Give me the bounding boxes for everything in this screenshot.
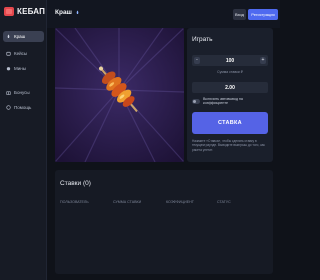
sidebar-item-bonuses[interactable]: Бонусы — [3, 87, 44, 98]
bets-title: Ставки (0) — [60, 180, 91, 187]
auto-cashout-label: Включить автовывод на коэффициенте — [203, 97, 243, 105]
amount-decrease-button[interactable]: - — [194, 57, 200, 64]
sidebar-item-label: Краш — [14, 34, 26, 39]
coefficient-value: 2.00 — [225, 84, 235, 91]
bomb-icon — [6, 67, 11, 71]
register-button[interactable]: Регистрация — [248, 9, 278, 20]
amount-hint: Сумма ставки ₽ — [217, 70, 243, 74]
column-user: Пользователь — [60, 200, 89, 204]
coefficient-field[interactable]: 2.00 — [192, 82, 268, 93]
sidebar-item-help[interactable]: Помощь — [3, 102, 44, 113]
logo-icon — [4, 7, 14, 16]
amount-stepper: 100 - + — [192, 55, 268, 66]
crash-game-canvas — [55, 28, 184, 162]
bet-note: Нажмите «Ставка», чтобы сделать ставку в… — [192, 139, 265, 152]
game-background — [55, 28, 184, 162]
sidebar-item-crash[interactable]: Краш — [3, 31, 44, 42]
amount-increase-button[interactable]: + — [260, 57, 266, 64]
logo-text: КЕБАП — [17, 7, 46, 16]
sidebar-item-label: Кейсы — [14, 51, 28, 56]
page-title-text: Краш — [55, 9, 72, 16]
sidebar-item-label: Бонусы — [14, 90, 30, 95]
app-root: КЕБАП Краш Кейсы Мины Бонусы Помощь Краш… — [0, 0, 280, 280]
page-title: Краш — [55, 9, 80, 16]
sidebar-item-cases[interactable]: Кейсы — [3, 48, 44, 59]
top-header: Краш Вход Регистрация — [47, 0, 280, 28]
bets-table-header: Пользователь Сумма ставки Коэффициент Ст… — [55, 200, 273, 208]
sidebar-item-label: Помощь — [14, 105, 32, 110]
logo[interactable]: КЕБАП — [4, 7, 45, 16]
box-icon — [6, 51, 11, 56]
column-coefficient: Коэффициент — [166, 200, 194, 204]
auto-cashout-toggle[interactable] — [192, 98, 200, 104]
auto-cashout-row: Включить автовывод на коэффициенте — [192, 97, 268, 105]
bet-panel: Играть 100 - + Сумма ставки ₽ 2.00 Включ… — [187, 28, 273, 162]
amount-input[interactable]: 100 — [192, 55, 268, 66]
login-button[interactable]: Вход — [233, 9, 246, 20]
sidebar-item-mines[interactable]: Мины — [3, 63, 44, 74]
rocket-icon — [7, 34, 10, 38]
gift-icon — [6, 91, 11, 95]
bet-button[interactable]: СТАВКА — [192, 112, 268, 134]
help-icon — [6, 105, 11, 110]
column-status: Статус — [217, 200, 231, 204]
sidebar: КЕБАП Краш Кейсы Мины Бонусы Помощь — [0, 0, 47, 280]
bets-section: Ставки (0) Пользователь Сумма ставки Коэ… — [55, 170, 273, 274]
column-amount: Сумма ставки — [113, 200, 142, 204]
rocket-icon — [76, 10, 79, 14]
sidebar-item-label: Мины — [14, 66, 26, 71]
bet-panel-title: Играть — [192, 36, 213, 43]
